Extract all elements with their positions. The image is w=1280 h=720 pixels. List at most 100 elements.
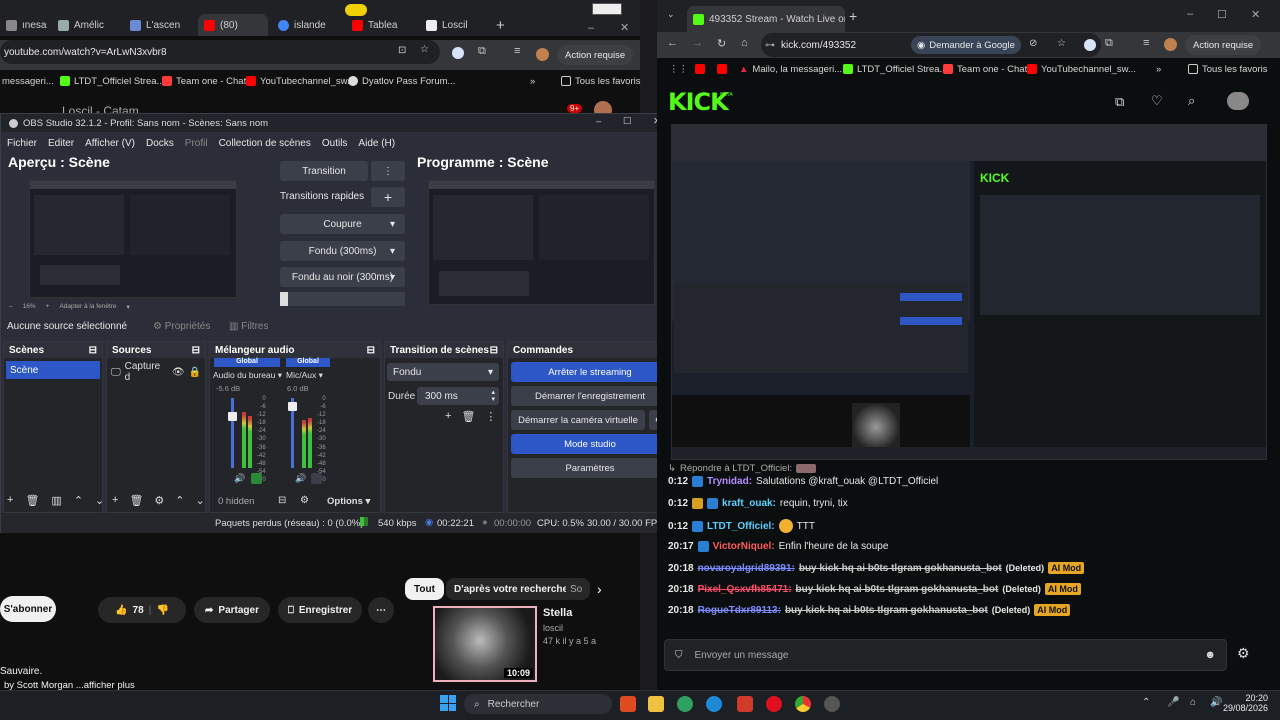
fader-handle[interactable] bbox=[228, 412, 237, 421]
dock-icon[interactable]: ⊟ bbox=[192, 345, 200, 356]
fade-button[interactable]: Fondu (300ms) ▾ bbox=[280, 241, 405, 261]
thumbs-up-icon[interactable]: 👍 bbox=[115, 605, 127, 616]
back-icon[interactable]: ← bbox=[667, 37, 678, 49]
right-address-bar[interactable]: ⊶ kick.com/493352 ◉ Demander à Google ⊘ ☆ bbox=[761, 33, 1101, 57]
eye-icon[interactable]: 👁 bbox=[172, 367, 185, 378]
bookmark-5[interactable]: YouTubechannel_sw... bbox=[1027, 58, 1136, 80]
dock-icon[interactable]: ⊟ bbox=[490, 345, 498, 356]
bookmark-2[interactable]: ▲ Mailo, la messageri... bbox=[739, 58, 842, 80]
down-icon[interactable]: ⌄ bbox=[196, 494, 205, 507]
action-required-button[interactable]: Action requise bbox=[1185, 35, 1262, 55]
fit-label[interactable]: Adapter à la fenêtre bbox=[59, 303, 116, 311]
app-icon[interactable] bbox=[677, 696, 693, 712]
emoji-picker-icon[interactable]: ☻ bbox=[1204, 649, 1216, 661]
headphones-icon[interactable] bbox=[251, 473, 262, 484]
left-address-bar[interactable]: youtube.com/watch?v=ArLwN3xvbr8 ⊡ ☆ bbox=[0, 40, 440, 64]
transition-select[interactable]: Fondu ▾ bbox=[387, 363, 499, 381]
extension-icon[interactable] bbox=[1084, 39, 1096, 51]
filters-button[interactable]: ▥ Filtres bbox=[229, 321, 268, 332]
chat-settings-icon[interactable]: ⚙ bbox=[1237, 645, 1250, 662]
star-icon[interactable]: ☆ bbox=[420, 44, 429, 55]
windows-start-icon[interactable] bbox=[440, 695, 456, 711]
stop-streaming-button[interactable]: Arrêter le streaming bbox=[511, 362, 669, 382]
more-icon[interactable]: ⋮ bbox=[485, 410, 496, 423]
add-transition-icon[interactable]: + bbox=[371, 187, 405, 207]
channel-name[interactable]: loscil bbox=[543, 623, 563, 633]
add-icon[interactable]: + bbox=[445, 410, 451, 423]
source-item[interactable]: 🖵 Capture d 👁 🔒 bbox=[111, 361, 201, 383]
apps-icon[interactable]: ⋮⋮ bbox=[669, 58, 688, 80]
network-icon[interactable]: ⌂ bbox=[1190, 697, 1196, 708]
spin-arrows-icon[interactable]: ▴ ▾ bbox=[491, 389, 495, 403]
bookmark-4[interactable]: YouTubechannel_sw... bbox=[246, 70, 355, 92]
layout-icon[interactable]: ⊟ bbox=[278, 495, 286, 506]
start-recording-button[interactable]: Démarrer l'enregistrement bbox=[511, 386, 669, 406]
add-icon[interactable]: + bbox=[7, 494, 13, 507]
more-bookmarks-icon[interactable]: » bbox=[530, 70, 535, 92]
zoom-out-icon[interactable]: – bbox=[9, 303, 13, 311]
dock-icon[interactable]: ⊟ bbox=[367, 345, 375, 356]
maximize-icon[interactable]: ☐ bbox=[1217, 8, 1227, 21]
tab-2[interactable]: Amélic bbox=[52, 14, 122, 36]
bookmark-youtube[interactable] bbox=[695, 58, 705, 80]
maximize-icon[interactable]: ☐ bbox=[623, 116, 632, 127]
down-icon[interactable]: ⌄ bbox=[95, 494, 104, 507]
channel-mic[interactable]: Mic/Aux ▾ bbox=[286, 370, 323, 381]
menu-edit[interactable]: Editer bbox=[48, 138, 74, 149]
channel-desktop-audio[interactable]: Audio du bureau ▾ bbox=[213, 370, 282, 381]
msg-user[interactable]: kraft_ouak: bbox=[722, 498, 776, 509]
slider-handle[interactable] bbox=[280, 292, 288, 306]
msg-user[interactable]: RogueTdxr89113: bbox=[698, 605, 781, 616]
all-bookmarks[interactable]: Tous les favoris bbox=[1188, 58, 1267, 80]
up-icon[interactable]: ⌃ bbox=[74, 494, 83, 507]
menu-help[interactable]: Aide (H) bbox=[358, 138, 395, 149]
tray-chevron-icon[interactable]: ⌃ bbox=[1142, 697, 1150, 708]
preview-canvas[interactable] bbox=[29, 180, 237, 298]
app-icon[interactable] bbox=[737, 696, 753, 712]
tab-search-icon[interactable]: ⌄ bbox=[667, 9, 675, 20]
fit-dropdown-icon[interactable]: ▾ bbox=[127, 303, 130, 311]
new-tab-icon[interactable]: + bbox=[849, 8, 857, 24]
msg-user[interactable]: VictorNiquel: bbox=[713, 541, 775, 552]
ask-google-button[interactable]: ◉ Demander à Google bbox=[911, 36, 1021, 54]
fade-black-button[interactable]: Fondu au noir (300ms) ▾ bbox=[280, 267, 405, 287]
tab-1[interactable]: ınesa bbox=[0, 14, 52, 36]
user-avatar[interactable] bbox=[1227, 92, 1249, 110]
obs-icon[interactable] bbox=[824, 696, 840, 712]
up-icon[interactable]: ⌃ bbox=[175, 494, 184, 507]
new-tab-icon[interactable]: + bbox=[496, 17, 505, 34]
chrome-icon[interactable] bbox=[795, 696, 811, 712]
chip-all[interactable]: Tout bbox=[405, 578, 444, 600]
studio-mode-button[interactable]: Mode studio bbox=[511, 434, 669, 454]
action-required-button[interactable]: Action requise bbox=[557, 45, 634, 65]
file-explorer-icon[interactable] bbox=[648, 696, 664, 712]
zoom-controls[interactable]: – 16% + Adapter à la fenêtre ▾ bbox=[9, 303, 130, 311]
mic-icon[interactable]: 🎤 bbox=[1167, 697, 1179, 708]
chat-input[interactable]: ⛉ Envoyer un message ☻ bbox=[664, 639, 1227, 671]
options-button[interactable]: Options ▾ bbox=[327, 496, 370, 507]
menu-scene-collection[interactable]: Collection de scènes bbox=[219, 138, 311, 149]
close-icon[interactable]: ✕ bbox=[1251, 8, 1260, 21]
msg-user[interactable]: Pixel_Qsxvfh85471: bbox=[698, 584, 792, 595]
gear-icon[interactable]: ⚙ bbox=[154, 494, 164, 507]
add-icon[interactable]: + bbox=[112, 494, 118, 507]
more-actions-icon[interactable]: ⋯ bbox=[368, 597, 394, 623]
speaker-icon[interactable]: 🔊 bbox=[234, 473, 245, 484]
headphones-icon[interactable] bbox=[311, 473, 322, 484]
transition-slider[interactable] bbox=[280, 292, 405, 306]
menu-profile[interactable]: Profil bbox=[185, 138, 208, 149]
opera-icon[interactable] bbox=[766, 696, 782, 712]
puzzle-icon[interactable]: ⧉ bbox=[1105, 37, 1113, 50]
close-icon[interactable]: ✕ bbox=[620, 21, 629, 34]
transition-button[interactable]: Transition bbox=[280, 161, 368, 181]
tab-kick[interactable]: 493352 Stream - Watch Live on✕ bbox=[687, 6, 845, 32]
transition-more-icon[interactable]: ⋮ bbox=[371, 161, 405, 181]
bookmark-3[interactable]: LTDT_Officiel Strea... bbox=[843, 58, 947, 80]
home-icon[interactable]: ⌂ bbox=[741, 37, 748, 49]
msg-user[interactable]: LTDT_Officiel: bbox=[707, 521, 775, 532]
duration-spinbox[interactable]: 300 ms ▴ ▾ bbox=[417, 387, 499, 405]
menu-view[interactable]: Afficher (V) bbox=[85, 138, 135, 149]
like-dislike-group[interactable]: 👍 78 | 👎 bbox=[98, 597, 186, 623]
stream-video[interactable]: KICK bbox=[671, 124, 1267, 460]
trash-icon[interactable]: 🗑 bbox=[129, 494, 143, 507]
